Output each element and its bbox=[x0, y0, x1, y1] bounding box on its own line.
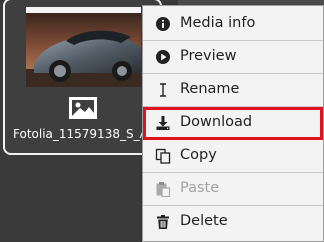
paste-icon bbox=[155, 181, 171, 198]
menu-item-label: Media info bbox=[180, 15, 256, 31]
menu-item-label: Preview bbox=[180, 48, 237, 64]
info-icon bbox=[155, 16, 171, 32]
menu-item-copy[interactable]: Copy bbox=[143, 140, 323, 173]
context-menu: Media info Preview Rename Download Copy … bbox=[142, 5, 324, 242]
menu-item-label: Copy bbox=[180, 147, 217, 163]
file-name: Fotolia_11579138_S_A bbox=[13, 127, 148, 141]
menu-item-paste[interactable]: Paste bbox=[143, 173, 323, 206]
download-icon bbox=[155, 115, 171, 131]
menu-item-label: Delete bbox=[180, 213, 228, 229]
menu-item-label: Paste bbox=[180, 180, 220, 196]
menu-item-label: Rename bbox=[180, 81, 240, 97]
play-icon bbox=[155, 49, 171, 65]
menu-item-label: Download bbox=[180, 114, 253, 130]
menu-item-download[interactable]: Download bbox=[143, 107, 323, 140]
file-tile[interactable]: Fotolia_11579138_S_A bbox=[3, 0, 162, 155]
menu-item-media-info[interactable]: Media info bbox=[143, 8, 323, 41]
menu-item-preview[interactable]: Preview bbox=[143, 41, 323, 74]
copy-icon bbox=[155, 148, 171, 164]
menu-item-delete[interactable]: Delete bbox=[143, 206, 323, 239]
text-cursor-icon bbox=[155, 82, 171, 98]
trash-icon bbox=[155, 214, 171, 230]
menu-item-rename[interactable]: Rename bbox=[143, 74, 323, 107]
image-icon bbox=[68, 96, 98, 120]
file-thumbnail bbox=[26, 7, 141, 87]
